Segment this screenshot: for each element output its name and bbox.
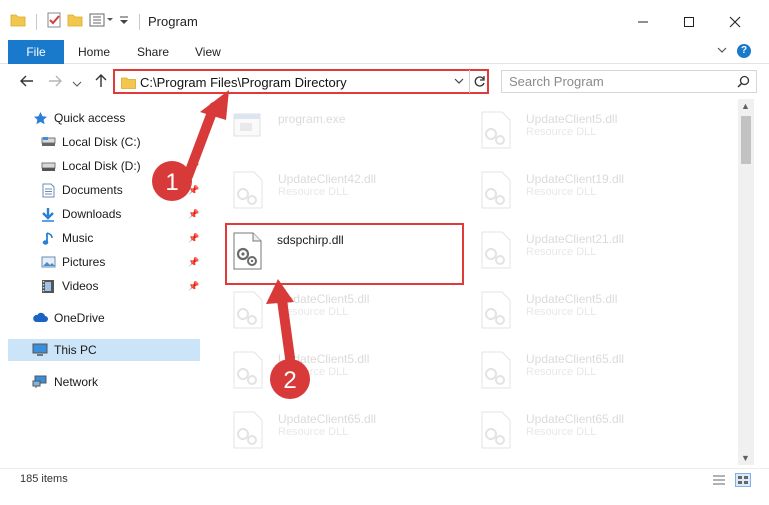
step-1-badge: 1 bbox=[152, 161, 192, 201]
step-1-label: 1 bbox=[165, 169, 178, 196]
step-2-badge: 2 bbox=[270, 359, 310, 399]
arrow-to-address-bar bbox=[183, 90, 229, 181]
arrow-to-selected-file bbox=[266, 279, 295, 363]
annotation-overlay: 1 2 bbox=[152, 90, 310, 399]
step-2-label: 2 bbox=[283, 367, 296, 394]
